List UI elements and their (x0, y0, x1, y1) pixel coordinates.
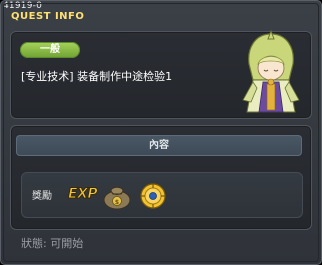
window-title: QUEST INFO (11, 11, 85, 22)
content-header: 內容 (16, 135, 302, 156)
npc-portrait (242, 30, 300, 113)
title-bar[interactable]: 41919-0 QUEST INFO (1, 1, 321, 25)
quest-category-badge: 一般 (20, 42, 80, 58)
quest-content-panel: 內容 獎勵 EXP $ (10, 125, 312, 230)
meso-bag-icon: $ (103, 186, 131, 210)
quest-name: [专业技术] 装备制作中途检验1 (21, 70, 173, 83)
quest-id: 41919-0 (3, 1, 43, 11)
reward-label: 獎勵 (32, 191, 52, 202)
quest-status: 狀態: 可開始 (21, 237, 84, 250)
gold-coin-icon (140, 183, 166, 209)
svg-text:$: $ (115, 199, 119, 206)
quest-summary-panel: 一般 [专业技术] 装备制作中途检验1 (10, 30, 312, 119)
reward-box: 獎勵 EXP $ (21, 172, 303, 218)
exp-icon: EXP (67, 186, 98, 203)
quest-info-window: 41919-0 QUEST INFO 一般 [专业技术] 装备制作中途检验1 內… (0, 0, 322, 265)
